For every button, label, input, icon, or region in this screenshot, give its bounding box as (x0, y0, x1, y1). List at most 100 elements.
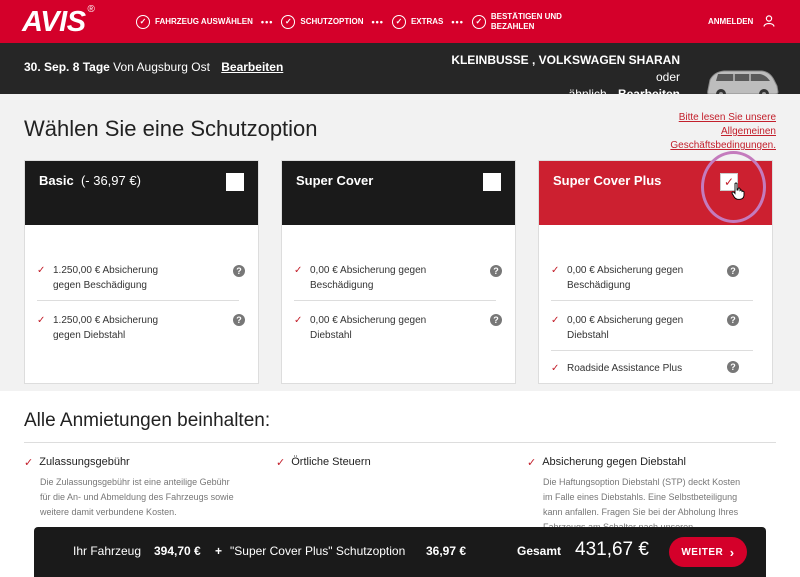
edit-trip-link[interactable]: Bearbeiten (221, 60, 283, 74)
step-label: EXTRAS (410, 16, 444, 26)
step-label-line: BEZAHLEN (490, 21, 535, 31)
check-circle-icon: ✓ (281, 14, 296, 29)
terms-link[interactable]: Bitte lesen Sie unsere Allgemeinen Geschäf… (640, 111, 776, 153)
check-icon: ✓ (24, 457, 34, 469)
desc-line: kann anfallen. Fragen Sie bei der Abholu… (543, 507, 739, 517)
help-icon[interactable]: ? (233, 265, 245, 277)
check-icon: ✓ (37, 315, 46, 326)
desc-line: Die Zulassungsgebühr ist eine anteilige … (40, 477, 230, 487)
feature-text: 0,00 € Absicherung gegen (567, 265, 684, 276)
included-item: ✓ Absicherung gegen Diebstahl Die Haftung… (527, 456, 757, 535)
terms-line: Allgemeinen (720, 126, 776, 137)
step-extras[interactable]: ✓ EXTRAS (391, 14, 444, 29)
included-item-title: ✓ Zulassungsgebühr (24, 456, 254, 469)
total-label: Gesamt (517, 544, 562, 558)
option-name: Super Cover (296, 173, 374, 188)
pickup-location: Von Augsburg Ost (113, 60, 210, 74)
check-circle-icon: ✓ (391, 14, 406, 29)
option-name: Basic (39, 173, 74, 188)
feature-item: ✓ 0,00 € Absicherung gegen Diebstahl (294, 313, 496, 343)
feature-text: gegen Beschädigung (53, 280, 147, 291)
option-card-basic[interactable]: Basic (- 36,97 €) ✓ 1.250,00 € Absicherun… (24, 160, 259, 384)
feature-text: Diebstahl (567, 330, 609, 341)
step-separator: ••• (451, 16, 464, 27)
included-item-label: Absicherung gegen Diebstahl (542, 456, 686, 468)
card-header: Super Cover (282, 161, 515, 225)
login-label: ANMELDEN (708, 16, 754, 26)
terms-line: Geschäftsbedingungen. (670, 140, 776, 151)
included-item-title: ✓ Absicherung gegen Diebstahl (527, 456, 757, 469)
vehicle-price-label: Ihr Fahrzeug (73, 544, 142, 558)
step-separator: ••• (371, 16, 384, 27)
continue-button[interactable]: WEITER › (669, 537, 747, 567)
booking-summary-bar: 30. Sep. 8 Tage Von Augsburg Ost Bearbei… (0, 43, 800, 101)
feature-text: 0,00 € Absicherung gegen (567, 315, 684, 326)
help-icon[interactable]: ? (727, 361, 739, 373)
pickup-date: 30. Sep. (24, 60, 70, 74)
option-card-super-cover[interactable]: Super Cover ✓ 0,00 € Absicherung gegen Bes… (281, 160, 516, 384)
option-price-label: "Super Cover Plus" Schutzoption (230, 544, 406, 558)
vehicle-name: KLEINBUSSE , VOLKSWAGEN SHARAN (451, 53, 680, 67)
terms-line: Bitte lesen Sie unsere (678, 112, 776, 123)
feature-item: ✓ 0,00 € Absicherung gegen Beschädigung (551, 263, 753, 293)
step-separator: ••• (260, 16, 274, 27)
feature-text: 1.250,00 € Absicherung (53, 315, 159, 326)
included-item-desc: Die Haftungsoption Diebstahl (STP) deckt… (543, 475, 757, 535)
page-title: Wählen Sie eine Schutzoption (24, 116, 318, 141)
trip-summary: 30. Sep. 8 Tage Von Augsburg Ost Bearbei… (24, 60, 283, 74)
feature-item: ✓ 1.250,00 € Absicherung gegen Beschädigun… (37, 263, 239, 293)
feature-text: Roadside Assistance Plus (567, 363, 683, 374)
check-icon: ✓ (527, 457, 537, 469)
help-icon[interactable]: ? (727, 265, 739, 277)
option-name: Super Cover Plus (553, 173, 662, 188)
feature-text: gegen Diebstahl (53, 330, 126, 341)
desc-line: Die Haftungsoption Diebstahl (STP) deckt… (543, 477, 741, 487)
step-label: SCHUTZOPTION (300, 16, 364, 26)
total-price: 431,67 € (575, 539, 649, 560)
check-icon: ✓ (294, 315, 303, 326)
step-protection[interactable]: ✓ SCHUTZOPTION (281, 14, 364, 29)
vehicle-price: 394,70 € (154, 544, 201, 558)
step-label: BESTÄTIGEN UND BEZAHLEN (491, 12, 562, 32)
login-link[interactable]: ANMELDEN (708, 15, 775, 27)
included-item-label: Zulassungsgebühr (39, 456, 130, 468)
included-title: Alle Anmietungen beinhalten: (24, 410, 271, 431)
check-icon: ✓ (551, 315, 560, 326)
help-icon[interactable]: ? (490, 314, 502, 326)
card-title: Basic (- 36,97 €) (39, 173, 141, 188)
feature-text: Diebstahl (310, 330, 352, 341)
step-confirm-pay[interactable]: ✓ BESTÄTIGEN UND BEZAHLEN (471, 12, 562, 32)
help-icon[interactable]: ? (490, 265, 502, 277)
step-label-line: BESTÄTIGEN UND (490, 11, 562, 21)
check-icon: ✓ (276, 457, 286, 469)
help-icon[interactable]: ? (233, 314, 245, 326)
vehicle-suffix: oder (655, 70, 680, 84)
hand-cursor-icon (731, 182, 745, 200)
chevron-right-icon: › (729, 544, 735, 560)
included-item-label: Örtliche Steuern (291, 456, 371, 468)
feature-text: Beschädigung (310, 280, 374, 291)
divider (551, 300, 753, 301)
feature-text: 1.250,00 € Absicherung (53, 265, 159, 276)
option-price: 36,97 € (426, 544, 467, 558)
included-item-title: ✓ Örtliche Steuern (276, 456, 506, 469)
desc-line: weitere damit verbundene Kosten. (40, 507, 177, 517)
feature-text: 0,00 € Absicherung gegen (310, 265, 427, 276)
logo-text: AVIS (22, 6, 86, 38)
help-icon[interactable]: ? (727, 314, 739, 326)
check-icon: ✓ (294, 265, 303, 276)
feature-text: Beschädigung (567, 280, 631, 291)
option-checkbox[interactable] (226, 173, 244, 191)
avis-logo[interactable]: AVIS ® (22, 4, 95, 39)
feature-item: ✓ Roadside Assistance Plus (551, 361, 753, 376)
feature-item: ✓ 0,00 € Absicherung gegen Diebstahl (551, 313, 753, 343)
registered-mark: ® (87, 4, 95, 15)
check-circle-icon: ✓ (136, 14, 150, 29)
check-icon: ✓ (551, 265, 560, 276)
divider (24, 442, 776, 443)
step-label: FAHRZEUG AUSWÄHLEN (155, 16, 253, 26)
step-vehicle[interactable]: ✓ FAHRZEUG AUSWÄHLEN (136, 14, 253, 29)
option-price: (- 36,97 €) (80, 173, 141, 188)
option-checkbox[interactable] (483, 173, 501, 191)
check-icon: ✓ (37, 265, 46, 276)
